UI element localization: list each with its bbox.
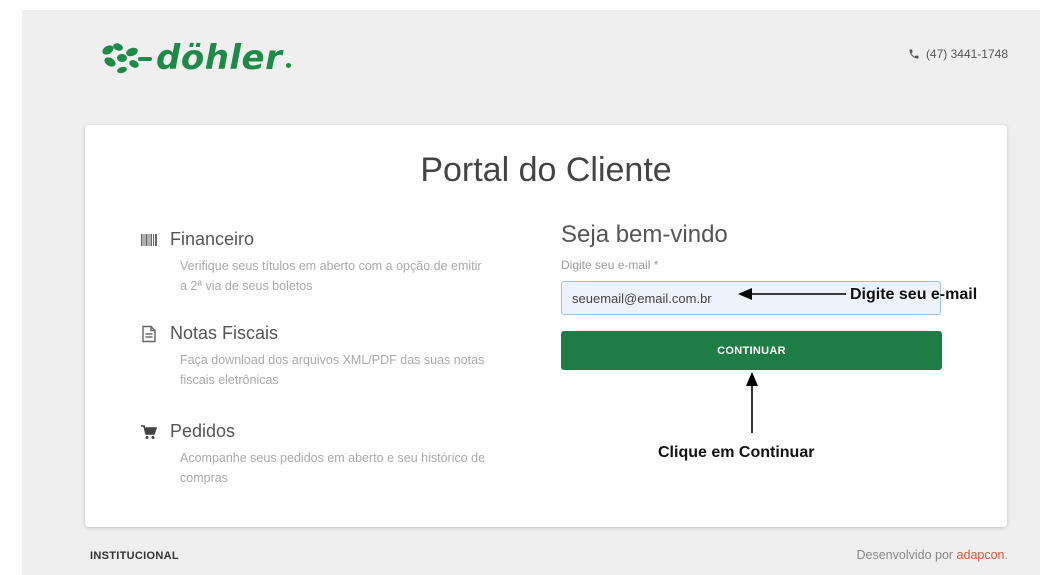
continue-button[interactable]: CONTINUAR bbox=[561, 331, 942, 370]
logo-text: döhler bbox=[156, 38, 283, 78]
feature-description: Faça download dos arquivos XML/PDF das s… bbox=[180, 353, 485, 387]
dohler-logo[interactable]: döhler bbox=[98, 38, 292, 78]
login-card: Portal do Cliente Financeiro Verifique s… bbox=[85, 125, 1007, 527]
footer-credit-prefix: Desenvolvido por bbox=[856, 548, 957, 562]
feature-financeiro: Financeiro Verifique seus títulos em abe… bbox=[140, 229, 500, 296]
continue-annotation-arrow bbox=[746, 372, 758, 433]
footer-institucional-link[interactable]: INSTITUCIONAL bbox=[90, 550, 179, 562]
document-icon bbox=[140, 325, 158, 343]
feature-title: Notas Fiscais bbox=[170, 323, 279, 343]
footer-credit-suffix: . bbox=[1004, 548, 1008, 562]
feature-description: Acompanhe seus pedidos em aberto e seu h… bbox=[180, 451, 486, 485]
feature-description: Verifique seus títulos em aberto com a o… bbox=[180, 259, 482, 293]
leaf-logo-icon bbox=[102, 43, 152, 74]
phone-number: (47) 3441-1748 bbox=[925, 47, 1008, 61]
feature-title: Pedidos bbox=[170, 421, 236, 441]
feature-pedidos: Pedidos Acompanhe seus pedidos em aberto… bbox=[140, 421, 500, 488]
continue-annotation: Clique em Continuar bbox=[658, 444, 815, 461]
footer-credit: Desenvolvido por adapcon. bbox=[856, 548, 1008, 562]
phone-contact[interactable]: (47) 3441-1748 bbox=[908, 47, 1008, 61]
welcome-heading: Seja bem-vindo bbox=[561, 221, 728, 248]
cart-icon bbox=[140, 423, 158, 441]
email-annotation-arrow bbox=[738, 288, 846, 300]
page-title: Portal do Cliente bbox=[420, 151, 672, 189]
feature-notas-fiscais: Notas Fiscais Faça download dos arquivos… bbox=[140, 323, 500, 390]
feature-title: Financeiro bbox=[170, 229, 255, 249]
email-label: Digite seu e-mail * bbox=[561, 258, 659, 272]
phone-icon bbox=[909, 49, 919, 59]
email-annotation: Digite seu e-mail bbox=[850, 286, 978, 303]
barcode-icon bbox=[140, 231, 158, 249]
logo-dot bbox=[286, 62, 292, 68]
adapcon-link[interactable]: adapcon bbox=[957, 548, 1005, 562]
